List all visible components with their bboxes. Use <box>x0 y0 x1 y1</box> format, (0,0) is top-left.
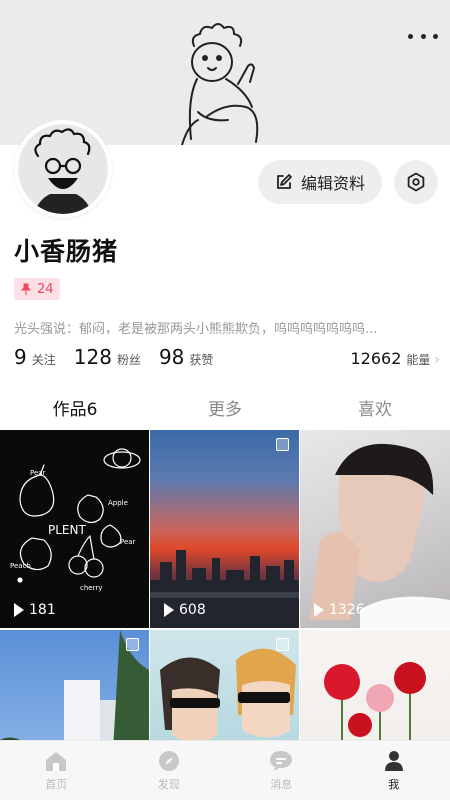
pin-icon <box>20 283 32 295</box>
energy-value: 12662 <box>350 349 402 368</box>
select-checkbox[interactable] <box>126 638 139 651</box>
play-icon <box>314 603 324 617</box>
home-icon <box>46 751 67 771</box>
stat-likes[interactable]: 98 获赞 <box>159 345 213 369</box>
stat-label: 获赞 <box>189 353 214 367</box>
play-count: 1326 <box>314 602 365 618</box>
stat-following[interactable]: 9 关注 <box>14 345 56 369</box>
nav-me[interactable]: 我 <box>338 741 450 800</box>
sunset-city-image <box>150 550 299 628</box>
doodle-fruits-image: Pear Apple PLENT Peach Pear cherry <box>10 448 141 592</box>
nav-label: 我 <box>388 777 400 791</box>
content-tabs: 作品6 更多 喜欢 <box>0 386 450 428</box>
svg-text:PLENT: PLENT <box>48 523 86 537</box>
edit-profile-label: 编辑资料 <box>300 174 365 193</box>
nav-label: 首页 <box>45 777 68 791</box>
avatar-illustration <box>34 128 92 214</box>
bottom-nav: 首页 发现 消息 我 <box>0 740 450 800</box>
play-count-value: 1326 <box>329 602 365 618</box>
chevron-right-icon: › <box>434 352 440 368</box>
svg-text:cherry: cherry <box>80 584 102 592</box>
edit-profile-button[interactable]: 编辑资料 <box>258 160 382 204</box>
settings-button[interactable] <box>394 160 438 204</box>
more-dots-icon[interactable] <box>408 26 438 46</box>
post-thumbnail[interactable]: Pear Apple PLENT Peach Pear cherry 181 <box>0 430 149 628</box>
svg-text:Pear: Pear <box>120 538 136 546</box>
user-icon <box>384 750 403 771</box>
edit-icon <box>277 174 292 189</box>
nav-label: 发现 <box>157 777 180 791</box>
portrait-image <box>310 443 450 628</box>
stat-followers[interactable]: 128 粉丝 <box>74 345 141 369</box>
settings-icon <box>407 172 425 192</box>
svg-text:Pear: Pear <box>30 469 46 477</box>
select-checkbox[interactable] <box>276 638 289 651</box>
play-count: 181 <box>14 602 56 618</box>
play-icon <box>164 603 174 617</box>
stat-value: 9 <box>14 345 27 369</box>
tab-works[interactable]: 作品6 <box>0 386 150 428</box>
play-count: 608 <box>164 602 206 618</box>
post-thumbnail[interactable]: 608 <box>150 430 299 628</box>
nav-label: 消息 <box>270 777 293 791</box>
username: 小香肠猪 <box>14 237 119 266</box>
energy-link[interactable]: 12662 能量 › <box>350 349 440 368</box>
play-icon <box>14 603 24 617</box>
avatar[interactable] <box>14 120 112 218</box>
profile-bio: 光头强说：郁闷，老是被那两头小熊熊欺负，呜呜呜呜呜呜呜... <box>14 322 378 337</box>
svg-text:Apple: Apple <box>108 499 128 507</box>
post-thumbnail[interactable]: 1326 <box>300 430 450 628</box>
play-count-value: 181 <box>29 602 56 618</box>
stat-label: 粉丝 <box>116 353 141 367</box>
tab-more[interactable]: 更多 <box>150 386 300 428</box>
select-checkbox[interactable] <box>276 438 289 451</box>
energy-label: 能量 <box>406 353 431 367</box>
tab-likes[interactable]: 喜欢 <box>300 386 450 428</box>
stat-value: 128 <box>73 345 112 369</box>
cover-illustration <box>181 23 259 145</box>
nav-discover[interactable]: 发现 <box>113 741 226 800</box>
play-count-value: 608 <box>179 602 206 618</box>
nav-messages[interactable]: 消息 <box>225 741 338 800</box>
nav-home[interactable]: 首页 <box>0 741 113 800</box>
message-icon <box>270 750 293 771</box>
stat-label: 关注 <box>31 353 56 367</box>
compass-icon <box>158 750 179 771</box>
level-badge[interactable]: 24 <box>14 278 60 300</box>
badge-value: 24 <box>37 281 54 297</box>
profile-stats: 9 关注 128 粉丝 98 获赞 12662 能量 › <box>14 345 440 373</box>
svg-text:Peach: Peach <box>10 562 31 570</box>
stat-value: 98 <box>158 345 185 369</box>
